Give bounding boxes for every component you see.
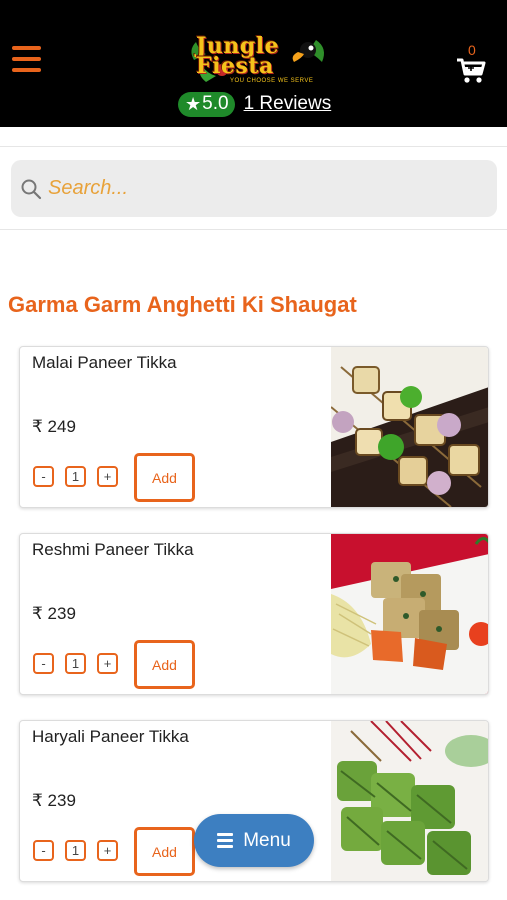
section-title: Garma Garm Anghetti Ki Shaugat: [8, 292, 357, 317]
brand-logo[interactable]: Jungle Fiesta YOU CHOOSE WE SERVE: [186, 30, 331, 90]
increase-qty-button[interactable]: +: [97, 466, 118, 487]
qty-value: 1: [65, 653, 86, 674]
rating-value: 5.0: [202, 93, 229, 114]
item-image-reshmi-paneer-tikka[interactable]: [331, 534, 488, 694]
rating-badge: ★ 5.0: [178, 91, 235, 117]
menu-item-card: Malai Paneer Tikka ₹ 249 - 1 + Add: [19, 346, 489, 508]
menu-item-card: Reshmi Paneer Tikka ₹ 239 - 1 + Add: [19, 533, 489, 695]
hamburger-icon[interactable]: [12, 46, 41, 74]
search-section: [0, 146, 507, 230]
reviews-link[interactable]: 1 Reviews: [244, 93, 332, 115]
menu-lines-icon: [217, 830, 234, 851]
search-icon: [21, 179, 42, 199]
item-price: ₹ 239: [32, 791, 76, 810]
search-input[interactable]: [48, 177, 468, 200]
star-icon: ★: [185, 93, 202, 114]
cart-button[interactable]: 0: [456, 42, 490, 86]
qty-value: 1: [65, 840, 86, 861]
add-to-cart-button[interactable]: Add: [134, 453, 195, 502]
decrease-qty-button[interactable]: -: [33, 466, 54, 487]
decrease-qty-button[interactable]: -: [33, 840, 54, 861]
add-to-cart-button[interactable]: Add: [134, 827, 195, 876]
item-name: Reshmi Paneer Tikka: [32, 540, 194, 559]
qty-value: 1: [65, 466, 86, 487]
add-to-cart-button[interactable]: Add: [134, 640, 195, 689]
menu-floating-button[interactable]: Menu: [194, 814, 314, 867]
logo-tagline: YOU CHOOSE WE SERVE: [230, 78, 314, 84]
decrease-qty-button[interactable]: -: [33, 653, 54, 674]
item-price: ₹ 249: [32, 417, 76, 436]
rating-row: ★ 5.0 1 Reviews: [178, 91, 331, 117]
item-name: Haryali Paneer Tikka: [32, 727, 189, 746]
item-image-malai-paneer-tikka[interactable]: [331, 347, 488, 507]
cart-count: 0: [468, 42, 476, 58]
item-name: Malai Paneer Tikka: [32, 353, 177, 372]
item-image-haryali-paneer-tikka[interactable]: [331, 721, 488, 881]
item-price: ₹ 239: [32, 604, 76, 623]
increase-qty-button[interactable]: +: [97, 840, 118, 861]
menu-button-label: Menu: [243, 829, 291, 851]
app-header: Jungle Fiesta YOU CHOOSE WE SERVE ★ 5.0 …: [0, 0, 507, 127]
cart-icon: [457, 58, 486, 83]
logo-text: Jungle Fiesta: [196, 33, 280, 79]
increase-qty-button[interactable]: +: [97, 653, 118, 674]
search-box[interactable]: [11, 160, 497, 217]
